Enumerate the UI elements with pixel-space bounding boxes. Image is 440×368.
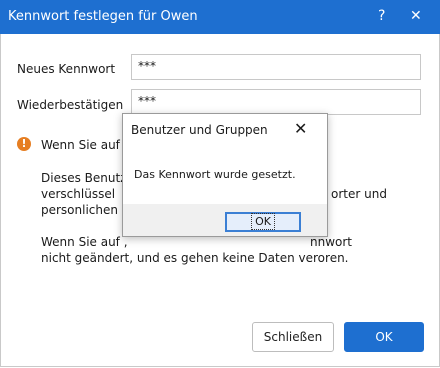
close-icon[interactable]: ✕ xyxy=(410,7,422,25)
window-titlebar: Kennwort festlegen für Owen ? ✕ xyxy=(0,0,440,34)
message-box-header: Benutzer und Gruppen ✕ xyxy=(123,114,327,146)
warning-p1-line2-end: orter und xyxy=(331,187,387,201)
message-box-content: Das Kennwort wurde gesetzt. xyxy=(123,146,327,204)
help-icon[interactable]: ? xyxy=(378,7,385,25)
message-box-ok-label: OK xyxy=(251,213,275,230)
warning-p2-line2: nicht geändert, und es gehen keine Daten… xyxy=(41,251,349,265)
new-password-input[interactable]: *** xyxy=(131,54,421,80)
close-button[interactable]: Schließen xyxy=(252,322,334,352)
warning-p1-line1: Dieses Benutz xyxy=(41,171,127,185)
warning-p1-line3: personlichen xyxy=(41,203,126,217)
warning-p2-line1: Wenn Sie auf , xyxy=(41,235,128,249)
confirm-password-input[interactable]: *** xyxy=(131,89,421,115)
warning-icon: ! xyxy=(17,137,31,151)
message-box: Benutzer und Gruppen ✕ Das Kennwort wurd… xyxy=(122,113,328,237)
message-box-ok-button[interactable]: OK xyxy=(225,212,301,232)
new-password-label: Neues Kennwort xyxy=(17,62,116,76)
warning-line1: Wenn Sie auf , xyxy=(41,138,128,152)
message-box-close-icon[interactable]: ✕ xyxy=(294,120,307,138)
warning-p1-line2: verschlüssel xyxy=(41,187,116,201)
message-box-text: Das Kennwort wurde gesetzt. xyxy=(134,168,296,181)
confirm-password-label: Wiederbestätigen xyxy=(17,98,124,112)
ok-button[interactable]: OK xyxy=(344,322,424,352)
window-title: Kennwort festlegen für Owen xyxy=(8,9,198,24)
message-box-title: Benutzer und Gruppen xyxy=(131,123,268,137)
